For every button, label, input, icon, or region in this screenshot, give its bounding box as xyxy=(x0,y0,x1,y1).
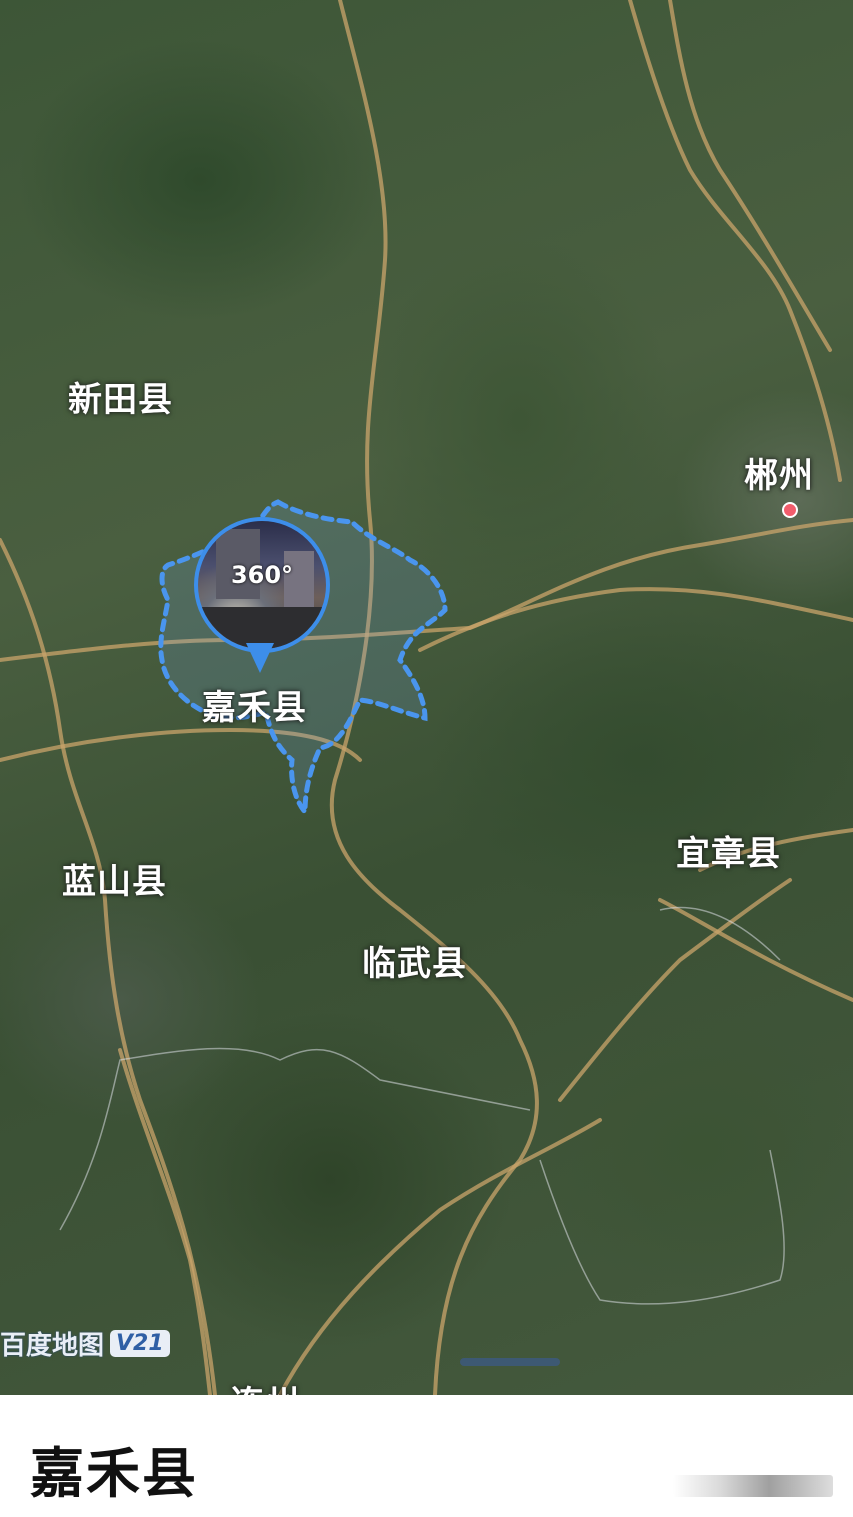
place-label-xintian[interactable]: 新田县 xyxy=(68,372,173,421)
place-label-chenzhou[interactable]: 郴州 xyxy=(744,448,814,497)
panorama-360-badge: 360° xyxy=(230,561,294,589)
place-label-jiahe[interactable]: 嘉禾县 xyxy=(202,680,307,729)
map-logo: 百度地图 V21 xyxy=(0,1326,170,1361)
boundary-line xyxy=(539,1149,785,1305)
logo-version: V21 xyxy=(110,1329,170,1357)
panel-title: 嘉禾县 xyxy=(30,1442,198,1505)
place-label-lianzhou[interactable]: 连州 xyxy=(230,1376,300,1395)
scroll-indicator xyxy=(460,1358,560,1366)
place-label-yizhang[interactable]: 宜章县 xyxy=(676,826,781,875)
road-se-2 xyxy=(658,898,853,1002)
bottom-info-panel[interactable]: 嘉禾县 xyxy=(0,1395,853,1517)
panel-faded-content xyxy=(673,1475,833,1497)
place-label-lanshan[interactable]: 蓝山县 xyxy=(62,854,167,903)
logo-text: 百度地图 xyxy=(0,1330,105,1361)
panorama-pin[interactable]: 360° xyxy=(194,517,330,677)
map-overlay xyxy=(0,0,853,1395)
road-south xyxy=(558,878,792,1102)
panorama-thumbnail[interactable]: 360° xyxy=(194,517,330,653)
road-central-2 xyxy=(418,587,853,652)
place-label-linwu[interactable]: 临武县 xyxy=(362,936,467,985)
city-marker[interactable] xyxy=(782,502,798,518)
road-east xyxy=(628,0,842,482)
pin-pointer-icon xyxy=(246,643,274,673)
satellite-map[interactable]: 新田县 郴州 嘉禾县 蓝山县 宜章县 临武县 连州 360° 百度地图 V21 xyxy=(0,0,853,1395)
